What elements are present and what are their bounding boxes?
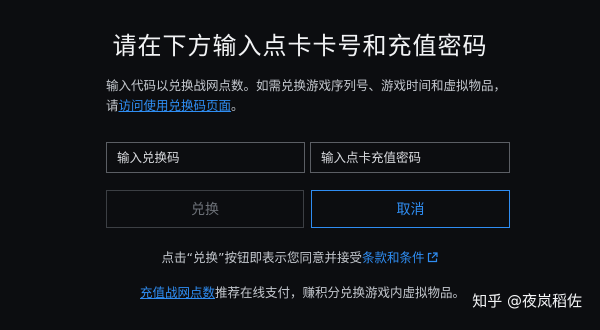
terms-notice: 点击“兑换”按钮即表示您同意并接受条款和条件 (0, 247, 600, 266)
redeem-code-input[interactable] (106, 142, 305, 173)
redeem-code-page-link[interactable]: 访问使用兑换码页面 (119, 98, 232, 113)
cancel-button[interactable]: 取消 (311, 190, 510, 228)
card-password-input[interactable] (310, 142, 510, 173)
watermark: 知乎 @夜岚稻佐 (472, 292, 582, 310)
redeem-button[interactable]: 兑换 (106, 190, 304, 228)
footer-note: 充值战网点数推荐在线支付，赚积分兑换游戏内虚拟物品。 (140, 282, 465, 301)
footer-text: 推荐在线支付，赚积分兑换游戏内虚拟物品。 (215, 285, 466, 300)
description: 输入代码以兑换战网点数。如需兑换游戏序列号、游戏时间和虚拟物品，请访问使用兑换码… (106, 76, 516, 116)
terms-link[interactable]: 条款和条件 (362, 250, 425, 265)
description-end: 。 (231, 98, 244, 113)
page-title: 请在下方输入点卡卡号和充值密码 (112, 32, 488, 60)
external-link-icon[interactable] (427, 251, 439, 266)
terms-text: 点击“兑换”按钮即表示您同意并接受 (161, 250, 362, 265)
recharge-link[interactable]: 充值战网点数 (140, 285, 215, 300)
